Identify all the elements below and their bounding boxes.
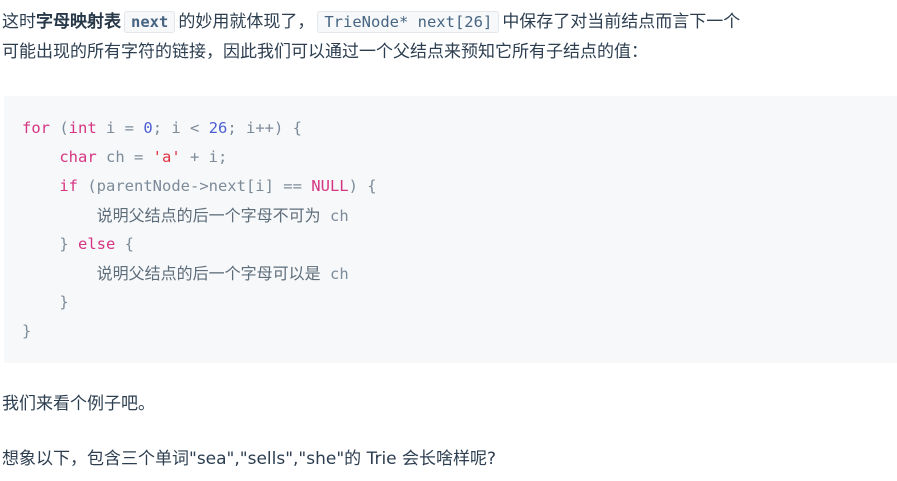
code-token: ch (320, 265, 349, 283)
example-paragraph: 我们来看个例子吧。 (2, 394, 155, 414)
inline-code-trienode: TrieNode* next[26] (317, 11, 500, 33)
intro-line-2: 可能出现的所有字符的链接，因此我们可以通过一个父结点来预知它所有子结点的值： (2, 42, 648, 62)
intro-paragraph: 这时字母映射表 next 的妙用就体现了， TrieNode* next[26] 中保存… (2, 7, 895, 67)
keyword-for: for (22, 119, 50, 137)
code-block: for (int i = 0; i < 26; i++) { char ch =… (4, 96, 897, 363)
code-token: i = (96, 119, 144, 137)
code-token: (parentNode->next[i] == (78, 177, 312, 195)
number-literal: 0 (143, 119, 153, 137)
code-line-3: if (parentNode->next[i] == NULL) { (22, 172, 897, 201)
code-line-1: for (int i = 0; i < 26; i++) { (22, 114, 897, 143)
intro-text-pre: 这时 (2, 12, 36, 32)
keyword-int: int (68, 119, 97, 137)
keyword-if: if (59, 177, 78, 195)
code-token: } (59, 235, 78, 253)
code-token: ch = (96, 148, 153, 166)
bold-term: 字母映射表 (36, 12, 121, 32)
question-paragraph: 想象以下，包含三个单词"sea","sells","she"的 Trie 会长啥… (2, 449, 497, 469)
code-token: ) { (348, 177, 377, 195)
code-token: ; i < (152, 119, 209, 137)
inline-code-next: next (124, 11, 176, 33)
keyword-null: NULL (311, 177, 349, 195)
code-token: { (115, 235, 134, 253)
code-comment-text: 说明父结点的后一个字母不可为 (96, 206, 321, 225)
code-line-4: 说明父结点的后一个字母不可为 ch (22, 201, 897, 230)
keyword-char: char (59, 148, 97, 166)
intro-line-1: 这时字母映射表 next 的妙用就体现了， TrieNode* next[26] 中保存… (2, 7, 895, 37)
intro-text-post: 中保存了对当前结点而言下一个 (502, 12, 741, 32)
code-line-5: } else { (22, 230, 897, 259)
code-token: ( (50, 119, 69, 137)
code-line-8: } (22, 322, 32, 340)
code-line-7: } (22, 293, 69, 311)
code-token: + i; (180, 148, 228, 166)
code-comment-text: 说明父结点的后一个字母可以是 (96, 264, 321, 283)
code-token: ch (320, 207, 349, 225)
code-line-2: char ch = 'a' + i; (22, 143, 897, 172)
number-literal: 26 (208, 119, 228, 137)
code-token: ; i++) { (227, 119, 303, 137)
code-line-6: 说明父结点的后一个字母可以是 ch (22, 259, 897, 288)
string-literal: 'a' (152, 148, 181, 166)
intro-text-mid: 的妙用就体现了， (178, 12, 315, 32)
keyword-else: else (78, 235, 116, 253)
